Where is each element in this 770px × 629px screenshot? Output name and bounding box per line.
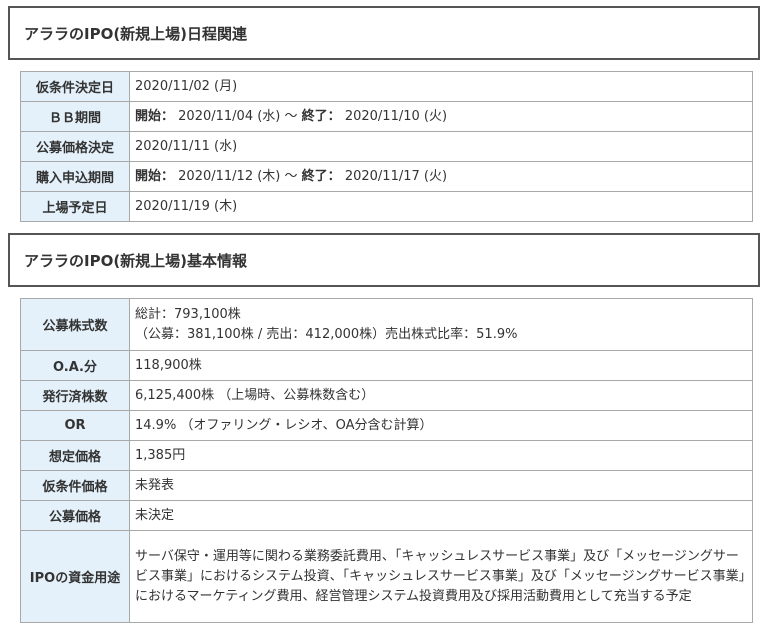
basic-info-section-title: アララのIPO(新規上場)基本情報 (8, 233, 760, 287)
oa-value: 118,900株 (129, 350, 753, 381)
application-start-date: 2020/11/12 (木) (178, 168, 281, 184)
application-period-label: 購入申込期間 (20, 161, 130, 192)
conditions-decision-label: 仮条件決定日 (20, 71, 130, 102)
bb-period-value: 開始： 2020/11/04 (水) ～ 終了： 2020/11/10 (火) (129, 101, 753, 132)
offering-shares-total: 総計：793,100株 (135, 306, 241, 322)
conditions-decision-value: 2020/11/02 (月) (129, 71, 753, 102)
bb-separator: ～ (284, 108, 298, 124)
schedule-table: 仮条件決定日 2020/11/02 (月) ＢＢ期間 開始： 2020/11/0… (20, 71, 753, 222)
use-of-funds-value: サーバ保守・運用等に関わる業務委託費用、「キャッシュレスサービス事業」及び「メッ… (129, 530, 753, 623)
table-row: 公募株式数 総計：793,100株 （公募：381,100株 / 売出：412,… (20, 298, 753, 351)
bb-start-date: 2020/11/04 (水) (178, 108, 281, 124)
table-row: IPOの資金用途 サーバ保守・運用等に関わる業務委託費用、「キャッシュレスサービ… (20, 530, 753, 623)
table-row: ＢＢ期間 開始： 2020/11/04 (水) ～ 終了： 2020/11/10… (20, 101, 753, 132)
application-start-label: 開始： (135, 168, 175, 184)
table-row: 公募価格決定 2020/11/11 (水) (20, 131, 753, 162)
table-row: OR 14.9% （オファリング・レシオ、OA分含む計算） (20, 410, 753, 441)
offer-price-decision-value: 2020/11/11 (水) (129, 131, 753, 162)
bb-period-label: ＢＢ期間 (20, 101, 130, 132)
table-row: 仮条件決定日 2020/11/02 (月) (20, 71, 753, 102)
table-row: 仮条件価格 未発表 (20, 470, 753, 501)
application-end-date: 2020/11/17 (火) (344, 168, 448, 184)
assumed-price-value: 1,385円 (129, 440, 753, 471)
offering-shares-breakdown: （公募：381,100株 / 売出：412,000株）売出株式比率：51.9% (135, 326, 518, 342)
table-row: 想定価格 1,385円 (20, 440, 753, 471)
offer-price-decision-label: 公募価格決定 (20, 131, 130, 162)
listing-date-value: 2020/11/19 (木) (129, 191, 753, 222)
issued-shares-label: 発行済株数 (20, 380, 130, 411)
or-label: OR (20, 410, 130, 441)
schedule-title-text: アララのIPO(新規上場)日程関連 (24, 24, 248, 43)
offering-shares-label: 公募株式数 (20, 298, 130, 351)
listing-date-label: 上場予定日 (20, 191, 130, 222)
table-row: O.A.分 118,900株 (20, 350, 753, 381)
oa-label: O.A.分 (20, 350, 130, 381)
basic-info-table: 公募株式数 総計：793,100株 （公募：381,100株 / 売出：412,… (20, 298, 753, 623)
issued-shares-value: 6,125,400株 （上場時、公募株数含む） (129, 380, 753, 411)
basic-info-title-text: アララのIPO(新規上場)基本情報 (24, 251, 248, 270)
or-value: 14.9% （オファリング・レシオ、OA分含む計算） (129, 410, 753, 441)
bb-end-date: 2020/11/10 (火) (344, 108, 448, 124)
assumed-price-label: 想定価格 (20, 440, 130, 471)
application-period-value: 開始： 2020/11/12 (木) ～ 終了： 2020/11/17 (火) (129, 161, 753, 192)
use-of-funds-label: IPOの資金用途 (20, 530, 130, 623)
table-row: 公募価格 未決定 (20, 500, 753, 531)
table-row: 発行済株数 6,125,400株 （上場時、公募株数含む） (20, 380, 753, 411)
offer-price-value: 未決定 (129, 500, 753, 531)
bb-start-label: 開始： (135, 108, 175, 124)
schedule-section-title: アララのIPO(新規上場)日程関連 (8, 6, 760, 60)
tentative-price-value: 未発表 (129, 470, 753, 501)
bb-end-label: 終了： (301, 108, 341, 124)
application-separator: ～ (284, 168, 298, 184)
table-row: 上場予定日 2020/11/19 (木) (20, 191, 753, 222)
table-row: 購入申込期間 開始： 2020/11/12 (木) ～ 終了： 2020/11/… (20, 161, 753, 192)
tentative-price-label: 仮条件価格 (20, 470, 130, 501)
application-end-label: 終了： (301, 168, 341, 184)
offering-shares-value: 総計：793,100株 （公募：381,100株 / 売出：412,000株）売… (129, 298, 753, 351)
offer-price-label: 公募価格 (20, 500, 130, 531)
